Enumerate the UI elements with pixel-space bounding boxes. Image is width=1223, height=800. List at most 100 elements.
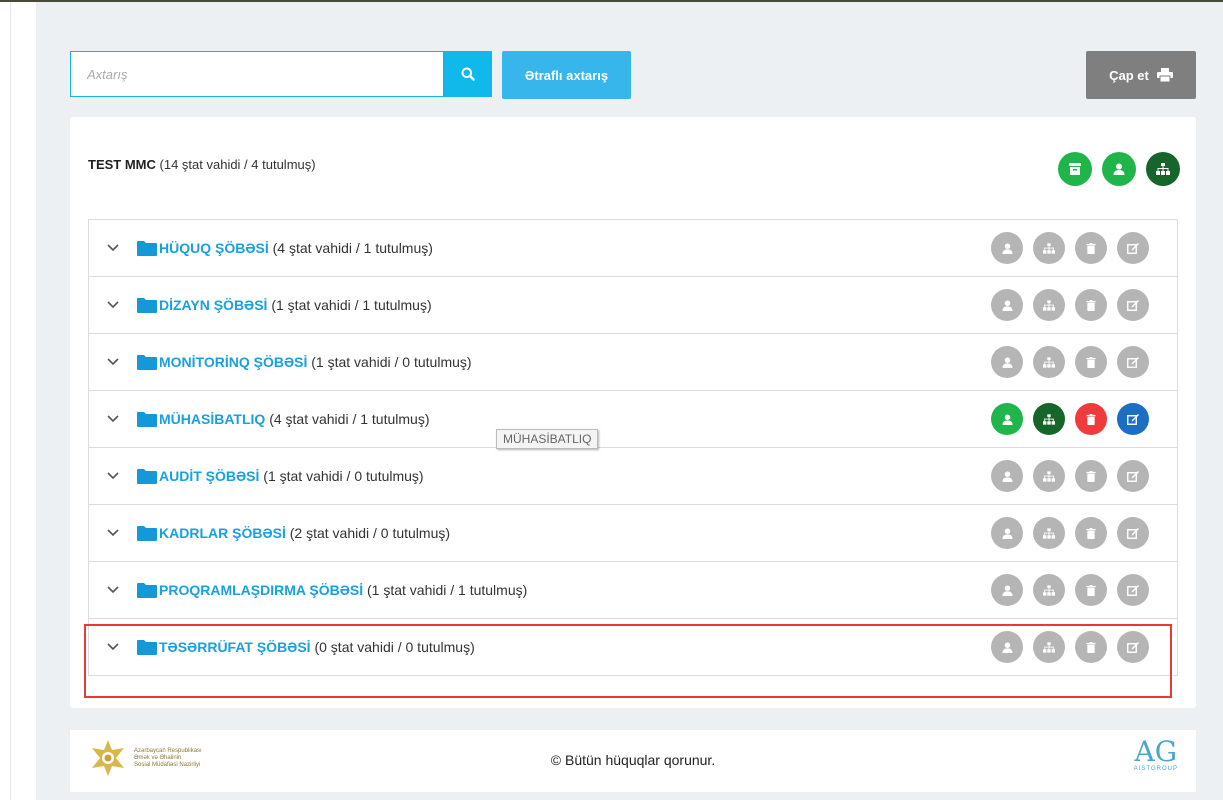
org-add-user-button[interactable] (1102, 152, 1136, 186)
delete-button[interactable] (1075, 346, 1107, 378)
department-actions (991, 346, 1149, 378)
edit-button[interactable] (1117, 403, 1149, 435)
hierarchy-button[interactable] (1033, 631, 1065, 663)
department-name[interactable]: PROQRAMLAŞDIRMA ŞÖBƏSİ (159, 582, 363, 598)
hierarchy-button[interactable] (1033, 517, 1065, 549)
department-label: TƏSƏRRÜFAT ŞÖBƏSİ (0 ştat vahidi / 0 tut… (159, 639, 475, 655)
trash-icon (1086, 527, 1096, 539)
hierarchy-button[interactable] (1033, 289, 1065, 321)
hierarchy-button[interactable] (1033, 403, 1065, 435)
department-counts: (1 ştat vahidi / 1 tutulmuş) (366, 582, 528, 598)
edit-button[interactable] (1117, 232, 1149, 264)
chevron-down-icon[interactable] (105, 639, 121, 655)
add-user-button[interactable] (991, 574, 1023, 606)
department-counts: (0 ştat vahidi / 0 tutulmuş) (314, 639, 475, 655)
department-row[interactable]: MONİTORİNQ ŞÖBƏSİ (1 ştat vahidi / 0 tut… (89, 334, 1177, 391)
chevron-down-icon[interactable] (105, 354, 121, 370)
chevron-down-icon[interactable] (105, 411, 121, 427)
delete-button[interactable] (1075, 289, 1107, 321)
advanced-search-button[interactable]: Ətraflı axtarış (502, 51, 631, 99)
delete-button[interactable] (1075, 460, 1107, 492)
sitemap-icon (1043, 641, 1055, 653)
delete-button[interactable] (1075, 403, 1107, 435)
department-name[interactable]: TƏSƏRRÜFAT ŞÖBƏSİ (159, 639, 311, 655)
folder-icon (137, 526, 157, 541)
department-row[interactable]: DİZAYN ŞÖBƏSİ (1 ştat vahidi / 1 tutulmu… (89, 277, 1177, 334)
department-name[interactable]: MÜHASİBATLIQ (159, 411, 265, 427)
org-counts: (14 ştat vahidi / 4 tutulmuş) (159, 157, 316, 172)
user-icon (1001, 299, 1013, 311)
department-actions (991, 517, 1149, 549)
edit-button[interactable] (1117, 346, 1149, 378)
edit-button[interactable] (1117, 574, 1149, 606)
add-user-button[interactable] (991, 460, 1023, 492)
department-name[interactable]: AUDİT ŞÖBƏSİ (159, 468, 259, 484)
edit-icon (1127, 641, 1139, 653)
department-name[interactable]: MONİTORİNQ ŞÖBƏSİ (159, 354, 307, 370)
hierarchy-button[interactable] (1033, 232, 1065, 264)
user-icon (1001, 356, 1013, 368)
trash-icon (1086, 242, 1096, 254)
search-button[interactable] (444, 51, 492, 97)
org-title: TEST MMC (14 ştat vahidi / 4 tutulmuş) (88, 157, 316, 172)
edit-button[interactable] (1117, 289, 1149, 321)
add-user-button[interactable] (991, 232, 1023, 264)
department-actions (991, 232, 1149, 264)
department-name[interactable]: DİZAYN ŞÖBƏSİ (159, 297, 267, 313)
chevron-down-icon[interactable] (105, 582, 121, 598)
printer-icon (1156, 68, 1173, 82)
department-row[interactable]: KADRLAR ŞÖBƏSİ (2 ştat vahidi / 0 tutulm… (89, 505, 1177, 562)
org-archive-button[interactable] (1058, 152, 1092, 186)
folder-icon (137, 640, 157, 655)
add-user-button[interactable] (991, 517, 1023, 549)
sitemap-icon (1156, 163, 1170, 175)
edit-button[interactable] (1117, 631, 1149, 663)
department-counts: (2 ştat vahidi / 0 tutulmuş) (289, 525, 451, 541)
add-user-button[interactable] (991, 289, 1023, 321)
add-user-button[interactable] (991, 403, 1023, 435)
trash-icon (1086, 356, 1096, 368)
add-user-button[interactable] (991, 631, 1023, 663)
print-label: Çap et (1109, 67, 1149, 83)
hierarchy-button[interactable] (1033, 574, 1065, 606)
delete-button[interactable] (1075, 232, 1107, 264)
user-icon (1113, 163, 1125, 175)
department-actions (991, 574, 1149, 606)
department-name[interactable]: KADRLAR ŞÖBƏSİ (159, 525, 286, 541)
chevron-down-icon[interactable] (105, 525, 121, 541)
folder-icon (137, 469, 157, 484)
chevron-down-icon[interactable] (105, 240, 121, 256)
department-row[interactable]: AUDİT ŞÖBƏSİ (1 ştat vahidi / 0 tutulmuş… (89, 448, 1177, 505)
user-icon (1001, 641, 1013, 653)
department-row[interactable]: PROQRAMLAŞDIRMA ŞÖBƏSİ (1 ştat vahidi / … (89, 562, 1177, 619)
chevron-down-icon[interactable] (105, 468, 121, 484)
department-actions (991, 631, 1149, 663)
edit-button[interactable] (1117, 460, 1149, 492)
left-rail (0, 2, 36, 800)
edit-button[interactable] (1117, 517, 1149, 549)
department-row[interactable]: MÜHASİBATLIQ (4 ştat vahidi / 1 tutulmuş… (89, 391, 1177, 448)
delete-button[interactable] (1075, 574, 1107, 606)
department-tooltip: MÜHASİBATLIQ (496, 429, 599, 449)
trash-icon (1086, 299, 1096, 311)
chevron-down-icon[interactable] (105, 297, 121, 313)
org-name: TEST MMC (88, 157, 156, 172)
org-hierarchy-button[interactable] (1146, 152, 1180, 186)
delete-button[interactable] (1075, 517, 1107, 549)
print-button[interactable]: Çap et (1086, 51, 1196, 99)
department-name[interactable]: HÜQUQ ŞÖBƏSİ (159, 240, 269, 256)
org-actions (1058, 152, 1180, 186)
search-field[interactable] (70, 51, 444, 97)
department-row[interactable]: TƏSƏRRÜFAT ŞÖBƏSİ (0 ştat vahidi / 0 tut… (89, 619, 1177, 676)
add-user-button[interactable] (991, 346, 1023, 378)
department-actions (991, 403, 1149, 435)
user-icon (1001, 527, 1013, 539)
department-counts: (1 ştat vahidi / 0 tutulmuş) (263, 468, 424, 484)
hierarchy-button[interactable] (1033, 460, 1065, 492)
department-row[interactable]: HÜQUQ ŞÖBƏSİ (4 ştat vahidi / 1 tutulmuş… (89, 220, 1177, 277)
hierarchy-button[interactable] (1033, 346, 1065, 378)
search-input[interactable] (71, 52, 443, 96)
delete-button[interactable] (1075, 631, 1107, 663)
department-label: MONİTORİNQ ŞÖBƏSİ (1 ştat vahidi / 0 tut… (159, 354, 472, 370)
edit-icon (1127, 584, 1139, 596)
